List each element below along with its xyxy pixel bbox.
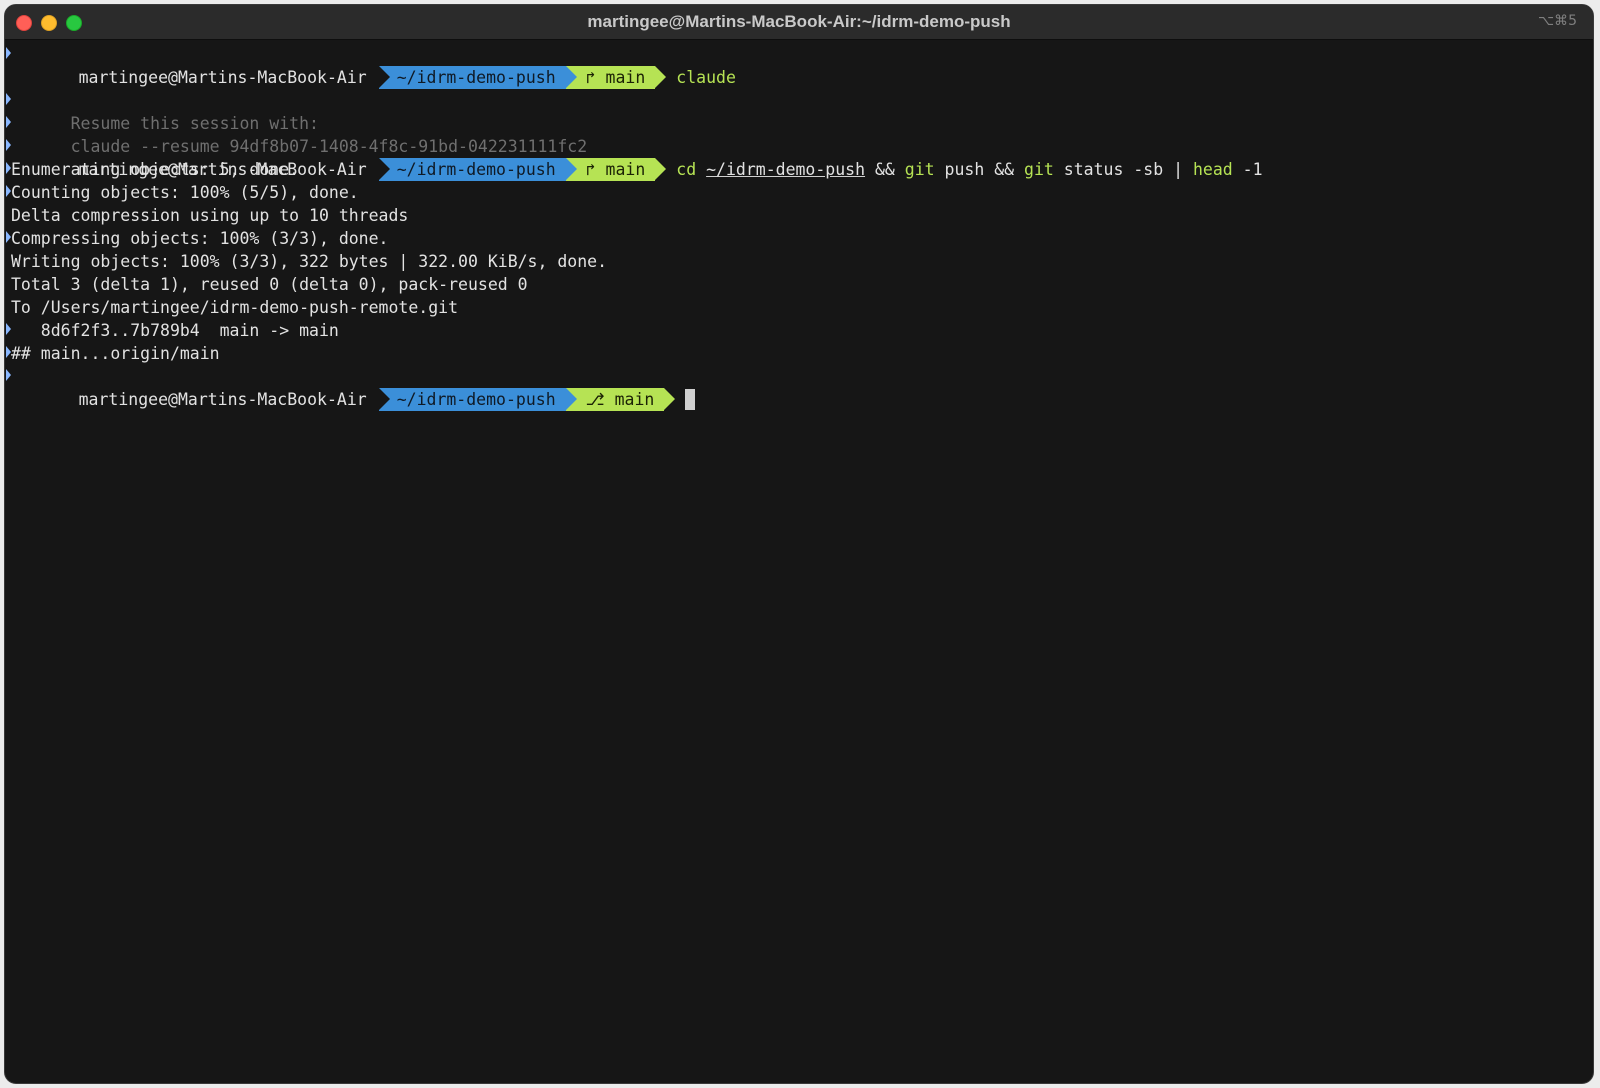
output-text: 8d6f2f3..7b789b4 main -> main xyxy=(11,321,339,340)
prompt-git-branch: ⎇ main xyxy=(565,388,665,411)
output-text: ## main...origin/main xyxy=(11,344,220,363)
line-marker-icon xyxy=(6,323,11,335)
output-text: Compressing objects: 100% (3/3), done. xyxy=(11,229,389,248)
prompt-marker-icon xyxy=(6,369,11,381)
output-line: Writing objects: 100% (3/3), 322 bytes |… xyxy=(5,250,1593,273)
prompt: martingee@Martins-MacBook-Air ~/idrm-demo… xyxy=(71,388,686,411)
output-text: Total 3 (delta 1), reused 0 (delta 0), p… xyxy=(11,275,528,294)
prompt-directory: ~/idrm-demo-push xyxy=(378,388,566,411)
window-title: martingee@Martins-MacBook-Air:~/idrm-dem… xyxy=(587,12,1011,31)
output-line: Enumerating objects: 5, done. xyxy=(5,158,1593,181)
output-line: ## main...origin/main xyxy=(5,342,1593,365)
output-line: Resume this session with: xyxy=(5,89,1593,133)
line-marker-icon xyxy=(6,93,11,105)
git-branch-icon: ⎇ xyxy=(585,390,605,409)
terminal-content[interactable]: martingee@Martins-MacBook-Air ~/idrm-demo… xyxy=(5,40,1593,1083)
prompt-marker-icon xyxy=(6,139,11,151)
title-bar[interactable]: martingee@Martins-MacBook-Air:~/idrm-dem… xyxy=(5,5,1593,40)
output-line: 8d6f2f3..7b789b4 main -> main xyxy=(5,319,1593,342)
output-text: Delta compression using up to 10 threads xyxy=(11,206,409,225)
prompt-line: martingee@Martins-MacBook-Air ~/idrm-demo… xyxy=(5,365,1593,411)
terminal-window: martingee@Martins-MacBook-Air:~/idrm-dem… xyxy=(4,4,1594,1084)
line-marker-icon xyxy=(6,346,11,358)
window-shortcut: ⌥⌘5 xyxy=(1537,13,1577,29)
prompt-marker-icon xyxy=(6,47,11,59)
output-text: Writing objects: 100% (3/3), 322 bytes |… xyxy=(11,252,608,271)
output-line: Total 3 (delta 1), reused 0 (delta 0), p… xyxy=(5,273,1593,296)
line-marker-icon xyxy=(6,162,11,174)
output-text: To /Users/martingee/idrm-demo-push-remot… xyxy=(11,298,459,317)
output-line: Compressing objects: 100% (3/3), done. xyxy=(5,227,1593,250)
prompt-arrow xyxy=(664,388,676,410)
prompt-line: martingee@Martins-MacBook-Air ~/idrm-demo… xyxy=(5,135,1593,181)
line-marker-icon xyxy=(6,231,11,243)
output-text: Enumerating objects: 5, done. xyxy=(11,160,300,179)
output-line: Counting objects: 100% (5/5), done. xyxy=(5,181,1593,204)
branch-name: main xyxy=(614,390,655,409)
line-marker-icon xyxy=(6,185,11,197)
output-text: Counting objects: 100% (5/5), done. xyxy=(11,183,359,202)
prompt-line: martingee@Martins-MacBook-Air ~/idrm-demo… xyxy=(5,43,1593,89)
output-line: To /Users/martingee/idrm-demo-push-remot… xyxy=(5,296,1593,319)
text-cursor[interactable] xyxy=(685,389,696,410)
prompt-user-host: martingee@Martins-MacBook-Air xyxy=(78,390,367,409)
line-marker-icon xyxy=(6,116,11,128)
output-line: Delta compression using up to 10 threads xyxy=(5,204,1593,227)
output-line: claude --resume 94df8b07-1408-4f8c-91bd-… xyxy=(5,112,1593,156)
